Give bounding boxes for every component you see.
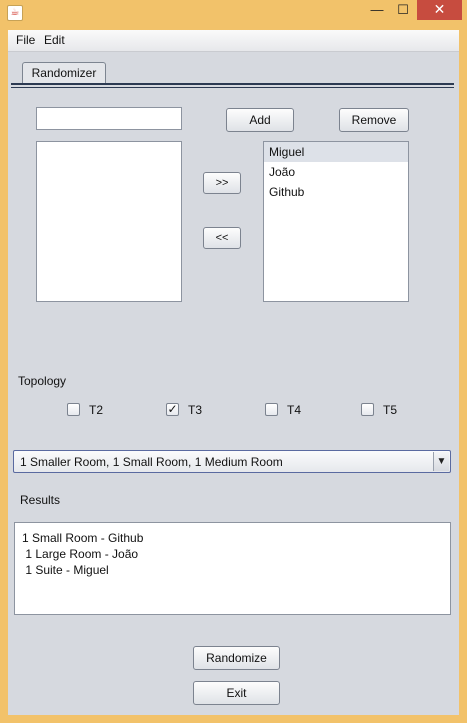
tab-randomizer[interactable]: Randomizer [22,62,106,84]
randomize-button[interactable]: Randomize [193,646,280,670]
menu-edit[interactable]: Edit [44,33,65,47]
selected-list[interactable]: Miguel João Github [263,141,409,302]
close-button[interactable]: ✕ [417,0,462,20]
menu-file[interactable]: File [16,33,35,47]
checkbox-label: T5 [383,403,398,417]
java-icon[interactable]: ☕ [7,5,23,21]
room-combo-box[interactable]: 1 Smaller Room, 1 Small Room, 1 Medium R… [13,450,451,473]
checkbox-box[interactable] [67,403,80,416]
results-text-area[interactable]: 1 Small Room - Github 1 Large Room - Joã… [14,522,451,615]
title-bar[interactable]: ☕ — ☐ ✕ [0,0,467,28]
chevron-down-icon[interactable]: ▼ [433,452,449,471]
menu-bar: File Edit [8,30,459,52]
list-item[interactable]: Miguel [264,142,408,162]
list-item[interactable]: Github [264,182,408,202]
combo-selected-value: 1 Smaller Room, 1 Small Room, 1 Medium R… [20,455,283,469]
minimize-button[interactable]: — [366,0,388,20]
topology-label: Topology [18,374,67,388]
results-label: Results [20,493,61,507]
checkbox-label: T2 [89,403,104,417]
add-button[interactable]: Add [226,108,294,132]
checkbox-label: T4 [287,403,302,417]
move-right-button[interactable]: >> [203,172,241,194]
checkbox-box[interactable] [361,403,374,416]
result-line: 1 Large Room - João [22,547,139,561]
tab-divider [11,83,454,85]
name-input[interactable] [36,107,182,130]
checkmark-icon[interactable]: ✓ [166,403,179,416]
remove-button[interactable]: Remove [339,108,409,132]
checkbox-box[interactable] [265,403,278,416]
list-item[interactable]: João [264,162,408,182]
exit-button[interactable]: Exit [193,681,280,705]
result-line: 1 Suite - Miguel [22,563,109,577]
maximize-button[interactable]: ☐ [392,0,414,20]
tab-divider-lower [11,87,454,88]
result-line: 1 Small Room - Github [22,531,144,545]
checkbox-label: T3 [188,403,203,417]
main-panel: File Edit Randomizer Add Remove >> << Mi… [8,30,459,715]
move-left-button[interactable]: << [203,227,241,249]
available-list[interactable] [36,141,182,302]
